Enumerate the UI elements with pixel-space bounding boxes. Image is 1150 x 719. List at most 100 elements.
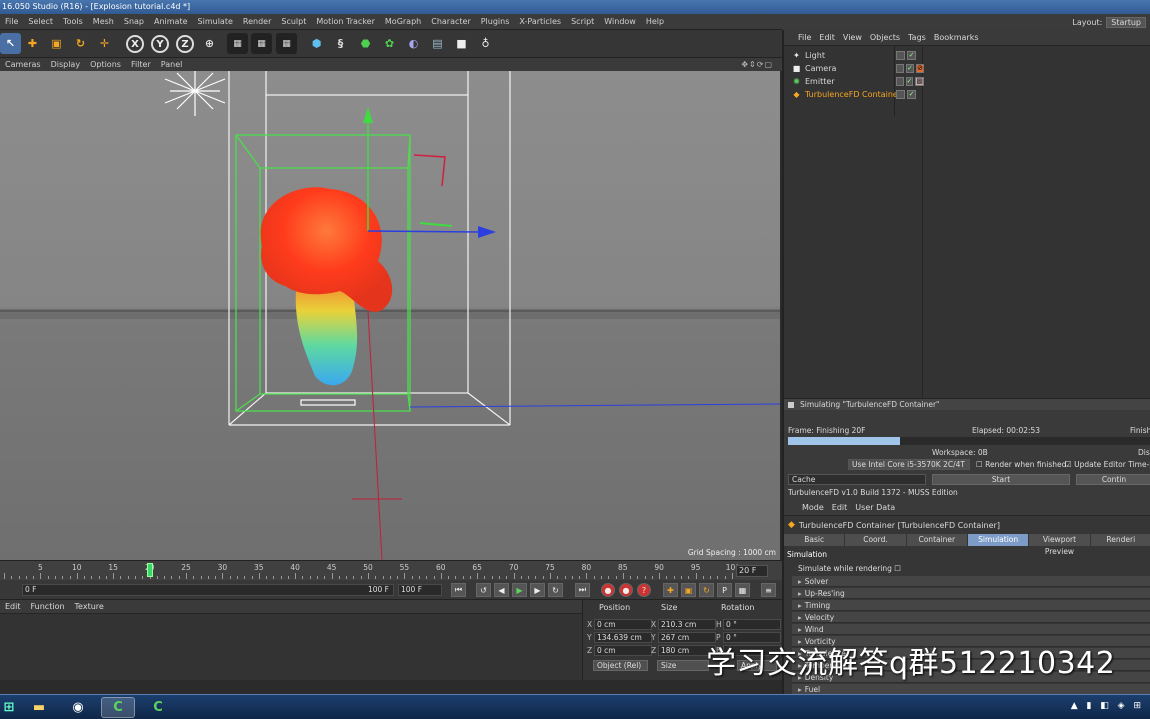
next-key-icon[interactable]: ↻	[548, 583, 563, 597]
rotation-handle[interactable]	[413, 154, 446, 187]
menu-mesh[interactable]: Mesh	[88, 17, 119, 26]
live-selection-icon[interactable]: ↖	[0, 33, 21, 54]
menu-animate[interactable]: Animate	[149, 17, 193, 26]
menu-help[interactable]: Help	[641, 17, 669, 26]
tab-coord-[interactable]: Coord.	[845, 534, 907, 546]
group-velocity[interactable]: Velocity	[792, 612, 1150, 623]
tab-simulation[interactable]: Simulation	[967, 534, 1030, 546]
visibility-flag[interactable]	[896, 77, 904, 86]
menu-mograph[interactable]: MoGraph	[380, 17, 426, 26]
3d-viewport[interactable]: Grid Spacing : 1000 cm	[0, 71, 780, 560]
group-wind[interactable]: Wind	[792, 624, 1150, 635]
point-level-key-icon[interactable]: ▦	[735, 583, 750, 597]
frame-ruler[interactable]: 510152025303540455055606570758085909510(	[4, 561, 738, 581]
object-menu-tags[interactable]: Tags	[904, 33, 930, 42]
object-flags-camera[interactable]: ✓ ⊘	[896, 63, 924, 74]
viewport-navigation-icons[interactable]: ✥⇕⟳▢	[736, 60, 778, 69]
continue-button[interactable]: Contin	[1076, 474, 1150, 485]
viewport-menu-display[interactable]: Display	[46, 60, 86, 69]
recent-tool-icon[interactable]: ✛	[94, 33, 115, 54]
material-menu-function[interactable]: Function	[26, 602, 70, 611]
parameter-key-icon[interactable]: P	[717, 583, 732, 597]
autokeying-icon[interactable]: ●	[619, 583, 633, 597]
tab-renderi[interactable]: Renderi	[1090, 534, 1150, 546]
object-menu-view[interactable]: View	[839, 33, 866, 42]
menu-script[interactable]: Script	[566, 17, 599, 26]
tab-basic[interactable]: Basic	[784, 534, 846, 546]
viewport-menu-panel[interactable]: Panel	[156, 60, 188, 69]
render-view-icon[interactable]: ▦	[227, 33, 248, 54]
menu-file[interactable]: File	[0, 17, 23, 26]
object-flags-emitter[interactable]: ✓ ▩	[896, 76, 924, 87]
record-active-objects-icon[interactable]: ●	[601, 583, 615, 597]
position-key-icon[interactable]: ✚	[663, 583, 678, 597]
size-mode-dropdown[interactable]: Size	[657, 660, 709, 671]
previous-frame-icon[interactable]: ◀	[494, 583, 509, 597]
scale-icon[interactable]: ▣	[46, 33, 67, 54]
menu-snap[interactable]: Snap	[119, 17, 149, 26]
rotate-icon[interactable]: ↻	[70, 33, 91, 54]
object-menu-edit[interactable]: Edit	[815, 33, 839, 42]
cube-icon[interactable]: ⬢	[306, 33, 327, 54]
timeline-ruler[interactable]: 510152025303540455055606570758085909510(…	[0, 560, 782, 580]
update-editor-checkbox[interactable]: ☑ Update Editor Time-lin	[1065, 460, 1150, 469]
object-flags-container[interactable]: ✓	[896, 89, 924, 100]
xz-plane-handle[interactable]	[419, 222, 453, 227]
menu-motion-tracker[interactable]: Motion Tracker	[311, 17, 380, 26]
coordinate-mode-dropdown[interactable]: Object (Rel)	[593, 660, 648, 671]
material-menu-edit[interactable]: Edit	[0, 602, 26, 611]
cinema4d-secondary-icon[interactable]: C	[141, 697, 175, 718]
array-icon[interactable]: ✿	[379, 33, 400, 54]
visibility-flag[interactable]	[896, 64, 904, 73]
x-axis-icon[interactable]: X	[126, 35, 144, 53]
y-axis-icon[interactable]: Y	[151, 35, 169, 53]
cache-dropdown[interactable]: Cache	[788, 474, 926, 485]
world-coordinates-icon[interactable]: ⊕	[199, 33, 220, 54]
z-axis-icon[interactable]: Z	[176, 35, 194, 53]
viewport-menu-options[interactable]: Options	[85, 60, 126, 69]
floor-icon[interactable]: ▤	[427, 33, 448, 54]
group-up-res-ing[interactable]: Up-Res'ing	[792, 588, 1150, 599]
attribute-menu-user-data[interactable]: User Data	[851, 503, 899, 512]
tab-container[interactable]: Container	[906, 534, 968, 546]
enabled-check[interactable]: ✓	[907, 51, 916, 60]
deformer-icon[interactable]: ◐	[403, 33, 424, 54]
next-frame-icon[interactable]: ▶	[530, 583, 545, 597]
system-tray-icons[interactable]: ▲ ▮ ◧ ◈ ⊞	[1071, 701, 1144, 711]
enabled-check[interactable]: ✓	[907, 90, 916, 99]
end-frame-field[interactable]: 100 F	[398, 584, 442, 596]
object-menu-objects[interactable]: Objects	[866, 33, 904, 42]
menu-plugins[interactable]: Plugins	[476, 17, 515, 26]
position-y-field[interactable]: 134.639 cm	[594, 632, 652, 643]
z-axis-handle[interactable]	[367, 230, 481, 233]
viewport-menu-filter[interactable]: Filter	[126, 60, 156, 69]
browser-icon[interactable]: ◉	[61, 697, 95, 718]
group-timing[interactable]: Timing	[792, 600, 1150, 611]
attribute-menu-mode[interactable]: Mode	[798, 503, 828, 512]
pen-icon[interactable]: §	[330, 33, 351, 54]
menu-select[interactable]: Select	[23, 17, 58, 26]
light-icon[interactable]: ♁	[475, 33, 496, 54]
enabled-check[interactable]: ✓	[906, 64, 914, 73]
play-forward-icon[interactable]: ▶	[512, 583, 527, 597]
emitter-plane[interactable]	[300, 399, 356, 406]
subdivision-icon[interactable]: ⬣	[355, 33, 376, 54]
position-z-field[interactable]: 0 cm	[594, 645, 652, 656]
material-menu-texture[interactable]: Texture	[70, 602, 109, 611]
edit-render-settings-icon[interactable]: ▦	[276, 33, 297, 54]
visibility-flag[interactable]	[896, 90, 905, 99]
object-flags-light[interactable]: ✓	[896, 50, 924, 61]
attribute-menu-edit[interactable]: Edit	[828, 503, 852, 512]
menu-render[interactable]: Render	[238, 17, 276, 26]
visibility-flag[interactable]	[896, 51, 905, 60]
menu-sculpt[interactable]: Sculpt	[276, 17, 311, 26]
simulate-while-rendering-checkbox[interactable]: Simulate while rendering ☐	[798, 564, 901, 573]
keyframe-selection-icon[interactable]: ?	[637, 583, 651, 597]
menu-character[interactable]: Character	[426, 17, 476, 26]
menu-window[interactable]: Window	[599, 17, 641, 26]
scheme-icon[interactable]: ≡	[761, 583, 776, 597]
rotation-key-icon[interactable]: ↻	[699, 583, 714, 597]
object-menu-bookmarks[interactable]: Bookmarks	[930, 33, 983, 42]
tab-viewport-preview[interactable]: Viewport Preview	[1029, 534, 1091, 556]
z-axis-arrow[interactable]	[478, 226, 496, 238]
